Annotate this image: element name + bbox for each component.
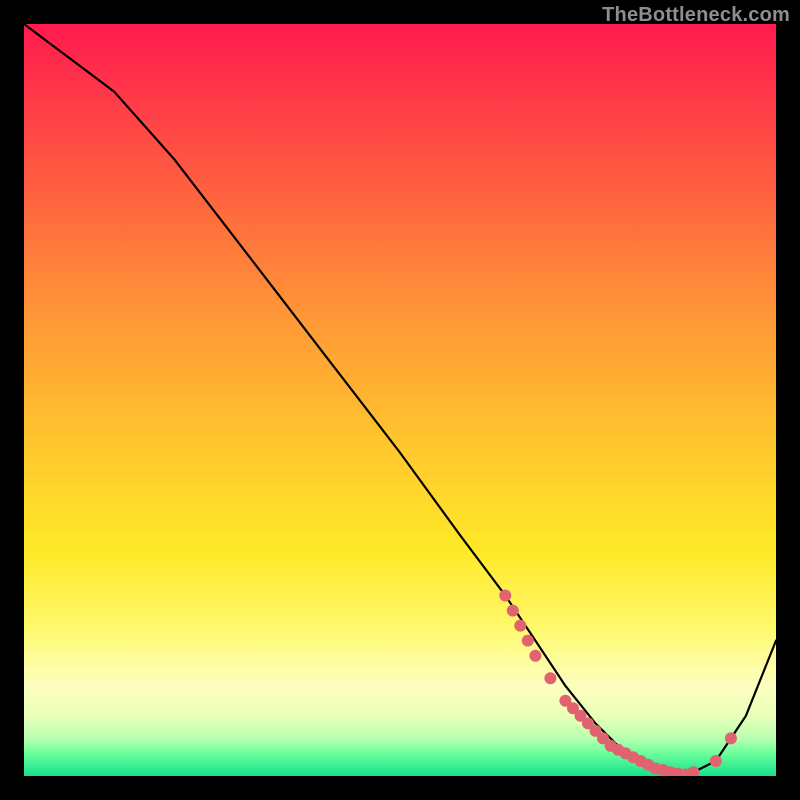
marker-dot [620,747,632,759]
marker-dot [657,764,669,776]
marker-dot [680,769,692,777]
marker-dot [725,732,737,744]
marker-dot [665,766,677,776]
marker-dot [627,751,639,763]
marker-dot [559,695,571,707]
marker-dot [710,755,722,767]
marker-dot [672,768,684,776]
marker-dot [635,755,647,767]
marker-dot [605,740,617,752]
marker-dot [582,717,594,729]
chart-svg [24,24,776,776]
marker-dot [642,759,654,771]
marker-dot [529,650,541,662]
marker-dot [612,744,624,756]
marker-dot [590,725,602,737]
marker-dot [650,763,662,775]
gradient-plot-area [24,24,776,776]
marker-dot [507,605,519,617]
marker-dot [687,766,699,776]
marker-dot [575,710,587,722]
bottleneck-curve [24,24,776,776]
marker-dot [597,732,609,744]
marker-dots [499,590,737,777]
marker-dot [567,702,579,714]
chart-stage: TheBottleneck.com [0,0,800,800]
marker-dot [544,672,556,684]
marker-dot [499,590,511,602]
marker-dot [514,620,526,632]
marker-dot [522,635,534,647]
